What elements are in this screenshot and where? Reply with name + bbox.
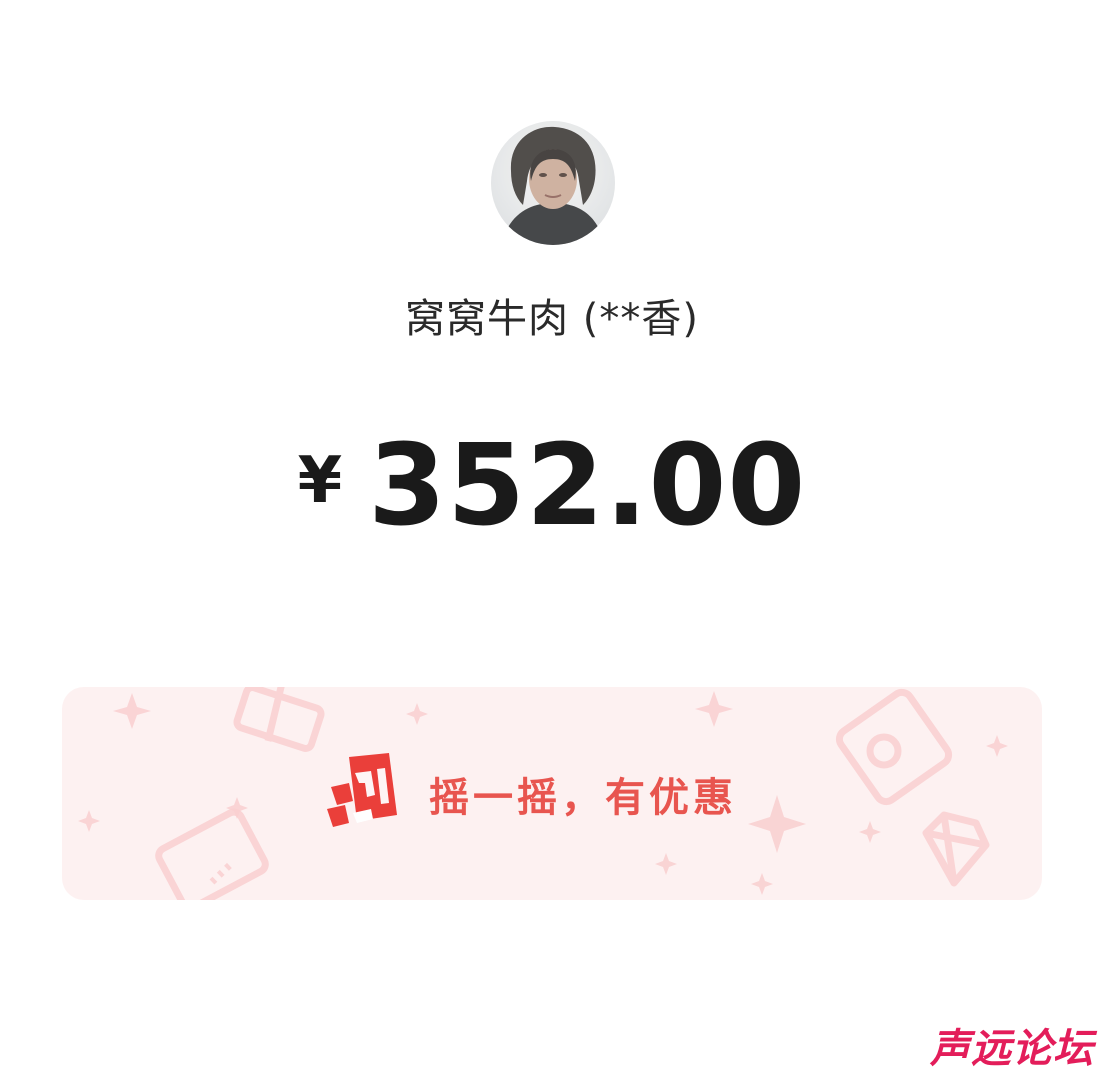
payee-name: 窝窝牛肉 (**香): [405, 296, 699, 342]
amount-value: 352.00: [368, 421, 807, 551]
payment-amount: ¥ 352.00: [0, 430, 1104, 542]
currency-symbol: ¥: [297, 444, 343, 518]
payment-result-page: 窝窝牛肉 (**香) ¥ 352.00 摇一摇，有优惠 声远论坛: [0, 0, 1104, 1080]
shake-phone-icon: [327, 752, 397, 827]
shake-promo-banner[interactable]: 摇一摇，有优惠: [62, 687, 1042, 900]
watermark-logo: 声远论坛: [930, 1026, 1094, 1072]
payee-avatar[interactable]: [491, 121, 615, 245]
promo-content: 摇一摇，有优惠: [62, 687, 1042, 900]
promo-label: 摇一摇，有优惠: [429, 774, 737, 821]
avatar-photo-icon: [491, 121, 615, 245]
